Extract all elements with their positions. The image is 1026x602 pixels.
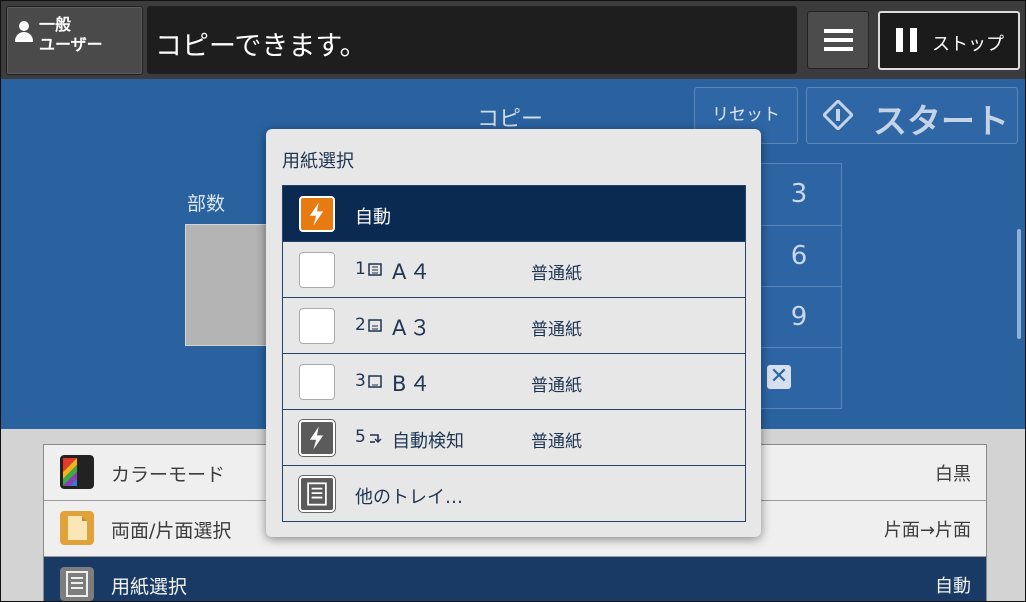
paper-type: 普通紙: [531, 320, 582, 340]
paper-select-popup: 用紙選択 自動 1 A４ 普通紙 2 A３ 普通紙 3 B４ 普通紙 5 自動検…: [266, 129, 761, 537]
copy-screen: 一般 ユーザー コピーできます。 ストップ コピー リセット スタート 部数 3…: [0, 0, 1026, 602]
user-icon: [15, 21, 33, 43]
popup-title: 用紙選択: [282, 151, 354, 172]
stop-label: ストップ: [932, 34, 1004, 55]
status-message: コピーできます。: [155, 31, 367, 62]
tray-number-text: 1: [355, 259, 366, 279]
tray-number-text: 5: [355, 427, 366, 447]
color-mode-icon: [60, 455, 94, 489]
clear-key[interactable]: ✕: [757, 347, 841, 409]
tray-number: 3: [355, 371, 384, 391]
paper-size: 自動検知: [392, 431, 464, 452]
option-label: 他のトレイ…: [355, 487, 463, 508]
scrollbar[interactable]: [1017, 229, 1021, 339]
option-auto[interactable]: 自動: [283, 186, 745, 242]
tray-number: 5: [355, 427, 384, 447]
paper-options-list: 自動 1 A４ 普通紙 2 A３ 普通紙 3 B４ 普通紙 5 自動検知 普通紙…: [282, 185, 746, 522]
start-diamond-icon: [823, 100, 853, 130]
status-message-bar: コピーできます。: [147, 6, 797, 74]
paper-blank-icon: [299, 308, 335, 344]
numeric-keypad: 3 6 9 ✕: [756, 163, 842, 409]
copies-label: 部数: [187, 193, 226, 215]
paper-blank-icon: [299, 252, 335, 288]
user-type-line2: ユーザー: [39, 35, 103, 54]
setting-label: 両面/片面選択: [111, 520, 232, 542]
tray-number-text: 2: [355, 315, 366, 335]
duplex-icon: [60, 511, 94, 545]
option-bypass-tray[interactable]: 5 自動検知 普通紙: [283, 410, 745, 466]
paper-type: 普通紙: [531, 432, 582, 452]
paper-size: A３: [392, 316, 434, 340]
option-tray-3[interactable]: 3 B４ 普通紙: [283, 354, 745, 410]
tray-number: 2: [355, 315, 384, 335]
tray-number: 1: [355, 259, 384, 279]
paper-select-icon: [60, 567, 94, 601]
key-3[interactable]: 3: [757, 164, 841, 225]
menu-button[interactable]: [807, 11, 869, 69]
key-9[interactable]: 9: [757, 286, 841, 348]
bypass-flash-icon: [299, 420, 335, 456]
setting-label: カラーモード: [111, 464, 226, 486]
bypass-tray-icon: [369, 434, 382, 443]
option-tray-1[interactable]: 1 A４ 普通紙: [283, 242, 745, 298]
tray-icon: [368, 263, 382, 276]
paper-size: A４: [392, 260, 434, 284]
copies-input[interactable]: [185, 224, 277, 346]
paper-type: 普通紙: [531, 264, 582, 284]
clear-icon: ✕: [767, 365, 791, 389]
setting-label: 用紙選択: [111, 576, 188, 598]
user-button[interactable]: 一般 ユーザー: [6, 6, 143, 75]
tray-list-icon: [299, 476, 335, 512]
setting-value: 白黒: [935, 464, 971, 485]
paper-type: 普通紙: [531, 376, 582, 396]
top-bar: 一般 ユーザー コピーできます。 ストップ: [1, 1, 1025, 79]
hamburger-icon: [824, 29, 853, 33]
tray-number-text: 3: [355, 371, 366, 391]
pause-icon: [896, 28, 918, 52]
paper-size: B４: [392, 372, 434, 396]
setting-value: 自動: [935, 576, 971, 597]
start-label: スタート: [873, 102, 1009, 142]
auto-flash-icon: [299, 196, 335, 232]
paper-blank-icon: [299, 364, 335, 400]
tray-icon: [368, 319, 382, 332]
start-button[interactable]: スタート: [806, 87, 1018, 144]
option-other-trays[interactable]: 他のトレイ…: [283, 466, 745, 521]
tray-icon: [368, 375, 382, 388]
key-6[interactable]: 6: [757, 225, 841, 287]
option-tray-2[interactable]: 2 A３ 普通紙: [283, 298, 745, 354]
option-label: 自動: [355, 207, 391, 228]
setting-value: 片面→片面: [883, 520, 971, 541]
setting-paper-select[interactable]: 用紙選択 自動: [44, 557, 986, 601]
stop-button[interactable]: ストップ: [878, 11, 1020, 70]
